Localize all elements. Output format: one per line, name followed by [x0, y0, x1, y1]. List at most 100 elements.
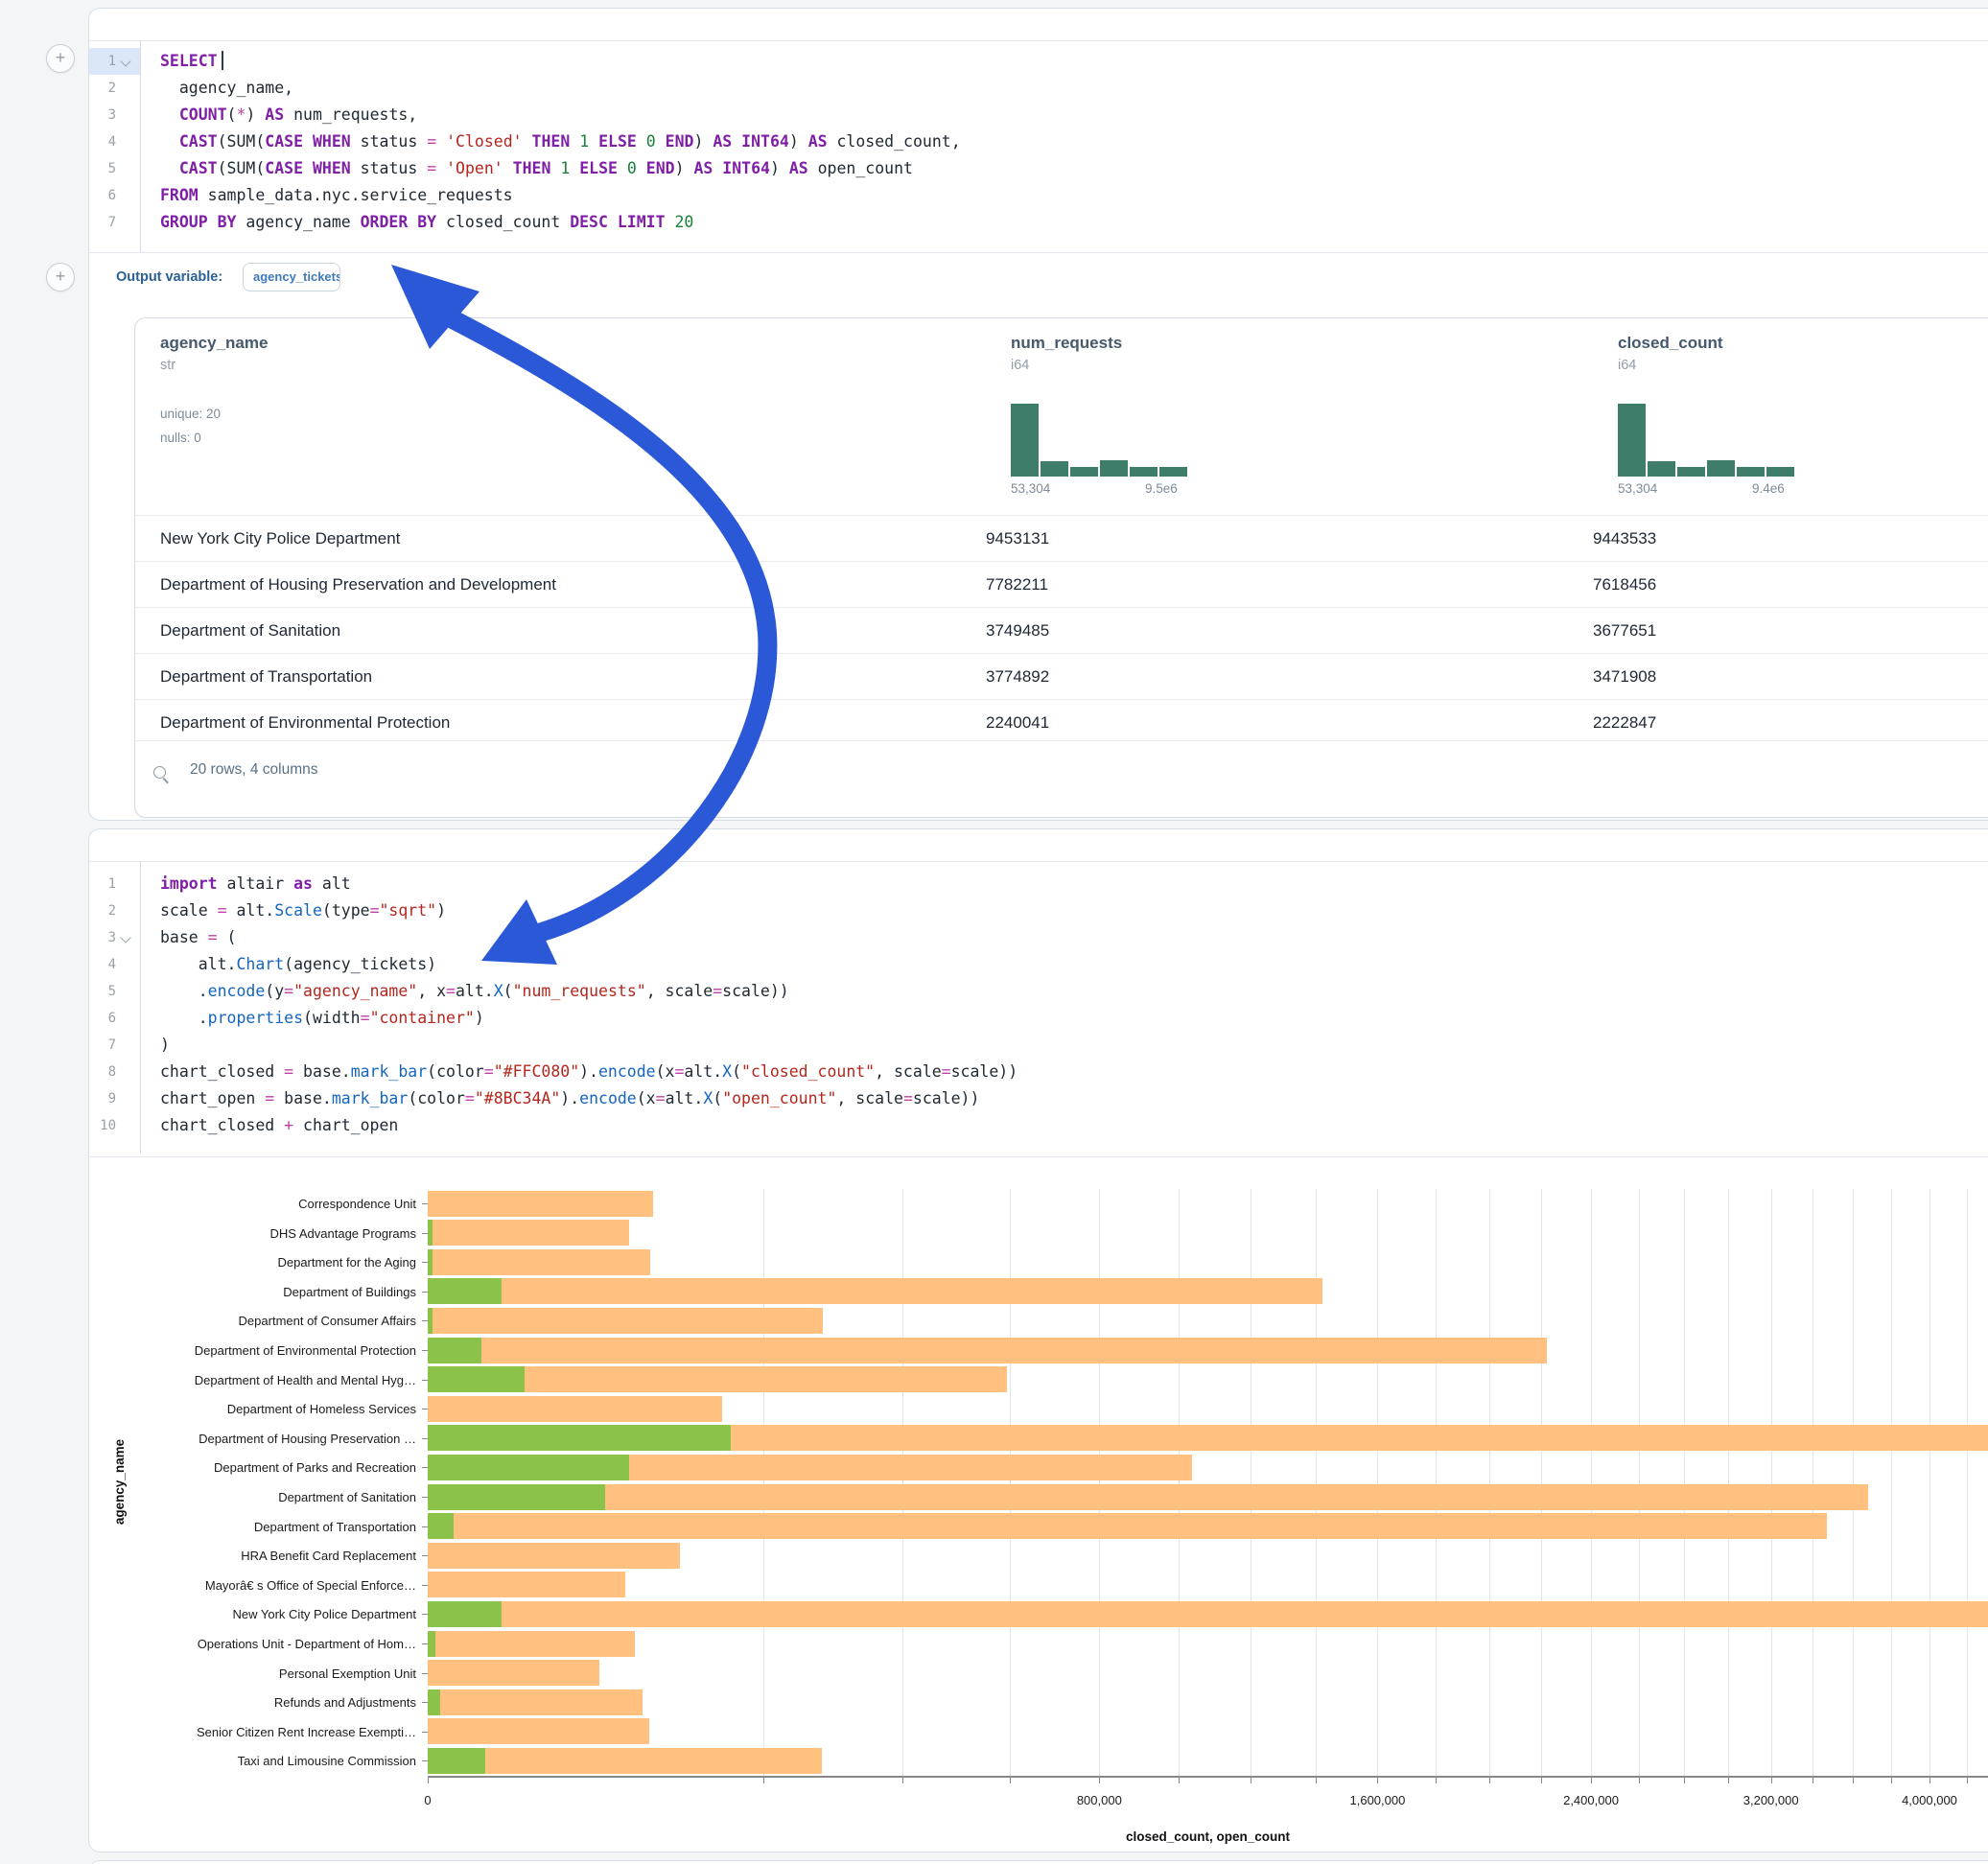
table-cell: 3471908: [1593, 654, 1988, 699]
table-row[interactable]: Department of Housing Preservation and D…: [135, 561, 1988, 607]
table-cell: Department of Sanitation: [135, 608, 986, 653]
hist-max-label: 9.4e6: [1752, 481, 1785, 496]
table-cell: New York City Police Department: [135, 516, 986, 561]
histogram-bar: [1618, 404, 1646, 477]
code-line[interactable]: 3base = (: [89, 924, 1988, 951]
histogram-bar: [1159, 467, 1187, 477]
table-cell: Department of Transportation: [135, 654, 986, 699]
stat-unique: unique: 20: [160, 402, 1011, 426]
code-line[interactable]: 5 .encode(y="agency_name", x=alt.X("num_…: [89, 978, 1988, 1005]
table-cell: 9443533: [1593, 516, 1988, 561]
table-header: agency_name str unique: 20 nulls: 0 num_…: [160, 318, 1988, 515]
line-number: 4: [89, 951, 116, 978]
code-line[interactable]: 4 CAST(SUM(CASE WHEN status = 'Closed' T…: [89, 128, 1988, 155]
output-variable-badge[interactable]: agency_tickets: [243, 263, 340, 291]
search-icon[interactable]: [153, 766, 166, 779]
table-row[interactable]: Department of Environmental Protection22…: [135, 699, 1988, 745]
notebook-screen: + + 1SELECT2 agency_name,3 COUNT(*) AS n…: [0, 0, 1988, 1864]
code-line[interactable]: 2scale = alt.Scale(type="sqrt"): [89, 897, 1988, 924]
line-number: 7: [89, 1032, 116, 1059]
line-number: 3: [89, 102, 116, 128]
sql-cell: 1SELECT2 agency_name,3 COUNT(*) AS num_r…: [88, 8, 1988, 821]
result-table-card: agency_name str unique: 20 nulls: 0 num_…: [134, 317, 1988, 818]
add-cell-button-top[interactable]: +: [46, 44, 75, 73]
histogram-bar: [1011, 404, 1039, 477]
sql-editor-top-border: [89, 40, 1988, 41]
stat-nulls: nulls: 0: [160, 426, 1011, 450]
histogram-bar: [1737, 467, 1765, 477]
histogram-range-labels: 53,304 9.4e6: [1618, 481, 1800, 499]
line-number: 3: [89, 924, 116, 951]
histogram-bar: [1766, 467, 1794, 477]
hist-min-label: 53,304: [1618, 481, 1657, 496]
text-cursor: [222, 51, 223, 70]
sql-code[interactable]: 1SELECT2 agency_name,3 COUNT(*) AS num_r…: [89, 48, 1988, 236]
closed-count-histogram: [1618, 404, 1800, 477]
code-line[interactable]: 4 alt.Chart(agency_tickets): [89, 951, 1988, 978]
python-code[interactable]: 1import altair as alt2scale = alt.Scale(…: [89, 871, 1988, 1139]
histogram-bar: [1070, 467, 1098, 477]
histogram-bar: [1041, 461, 1068, 477]
sql-output-separator: [89, 252, 1988, 253]
table-row[interactable]: Department of Transportation377489234719…: [135, 653, 1988, 699]
line-number: 1: [89, 48, 116, 75]
code-line[interactable]: 6FROM sample_data.nyc.service_requests: [89, 182, 1988, 209]
histogram-range-labels: 53,304 9.5e6: [1011, 481, 1193, 499]
line-number: 6: [89, 1005, 116, 1032]
line-number: 8: [89, 1059, 116, 1085]
num-requests-histogram: [1011, 404, 1193, 477]
line-number: 5: [89, 978, 116, 1005]
code-line[interactable]: 7): [89, 1032, 1988, 1059]
code-line[interactable]: 1SELECT: [89, 48, 1988, 75]
line-number: 10: [89, 1112, 116, 1139]
fold-chevron-icon[interactable]: [120, 932, 130, 943]
line-number: 5: [89, 155, 116, 182]
line-number: 2: [89, 75, 116, 102]
table-cell: 3749485: [986, 608, 1593, 653]
code-line[interactable]: 7GROUP BY agency_name ORDER BY closed_co…: [89, 209, 1988, 236]
code-line[interactable]: 10chart_closed + chart_open: [89, 1112, 1988, 1139]
line-number: 6: [89, 182, 116, 209]
code-line[interactable]: 9chart_open = base.mark_bar(color="#8BC3…: [89, 1085, 1988, 1112]
hist-min-label: 53,304: [1011, 481, 1050, 496]
table-cell: Department of Environmental Protection: [135, 700, 986, 745]
table-row[interactable]: Department of Sanitation37494853677651: [135, 607, 1988, 653]
output-variable-label: Output variable:: [116, 269, 222, 285]
histogram-bar: [1100, 460, 1128, 477]
line-number: 9: [89, 1085, 116, 1112]
code-line[interactable]: 2 agency_name,: [89, 75, 1988, 102]
column-header-agency-name: agency_name str unique: 20 nulls: 0: [160, 318, 1011, 515]
column-type: i64: [1618, 358, 1988, 373]
code-line[interactable]: 3 COUNT(*) AS num_requests,: [89, 102, 1988, 128]
table-rows: New York City Police Department945313194…: [135, 515, 1988, 745]
table-cell: 9453131: [986, 516, 1593, 561]
histogram-bar: [1130, 467, 1158, 477]
table-cell: Department of Housing Preservation and D…: [135, 562, 986, 607]
column-name: closed_count: [1618, 334, 1988, 353]
column-type: i64: [1011, 358, 1618, 373]
hist-max-label: 9.5e6: [1145, 481, 1178, 496]
line-number: 2: [89, 897, 116, 924]
python-cell: 1import altair as alt2scale = alt.Scale(…: [88, 828, 1988, 1852]
code-line[interactable]: 5 CAST(SUM(CASE WHEN status = 'Open' THE…: [89, 155, 1988, 182]
table-row[interactable]: New York City Police Department945313194…: [135, 515, 1988, 561]
add-cell-button-output[interactable]: +: [46, 263, 75, 291]
histogram-bar: [1677, 467, 1705, 477]
column-stats: unique: 20 nulls: 0: [160, 402, 1011, 450]
code-line[interactable]: 6 .properties(width="container"): [89, 1005, 1988, 1032]
line-number: 4: [89, 128, 116, 155]
code-line[interactable]: 8chart_closed = base.mark_bar(color="#FF…: [89, 1059, 1988, 1085]
table-footer: 20 rows, 4 columns: [135, 740, 1988, 817]
table-cell: 3774892: [986, 654, 1593, 699]
table-cell: 3677651: [1593, 608, 1988, 653]
next-cell-edge: [88, 1860, 1988, 1864]
histogram-bar: [1648, 461, 1675, 477]
code-line[interactable]: 1import altair as alt: [89, 871, 1988, 897]
column-name: num_requests: [1011, 334, 1618, 353]
column-type: str: [160, 358, 1011, 373]
column-header-num-requests: num_requests i64 53,304 9.5e6: [1011, 318, 1618, 515]
line-number: 7: [89, 209, 116, 236]
table-cell: 7782211: [986, 562, 1593, 607]
column-header-closed-count: closed_count i64 53,304 9.4e6: [1618, 318, 1988, 515]
fold-chevron-icon[interactable]: [120, 56, 130, 66]
